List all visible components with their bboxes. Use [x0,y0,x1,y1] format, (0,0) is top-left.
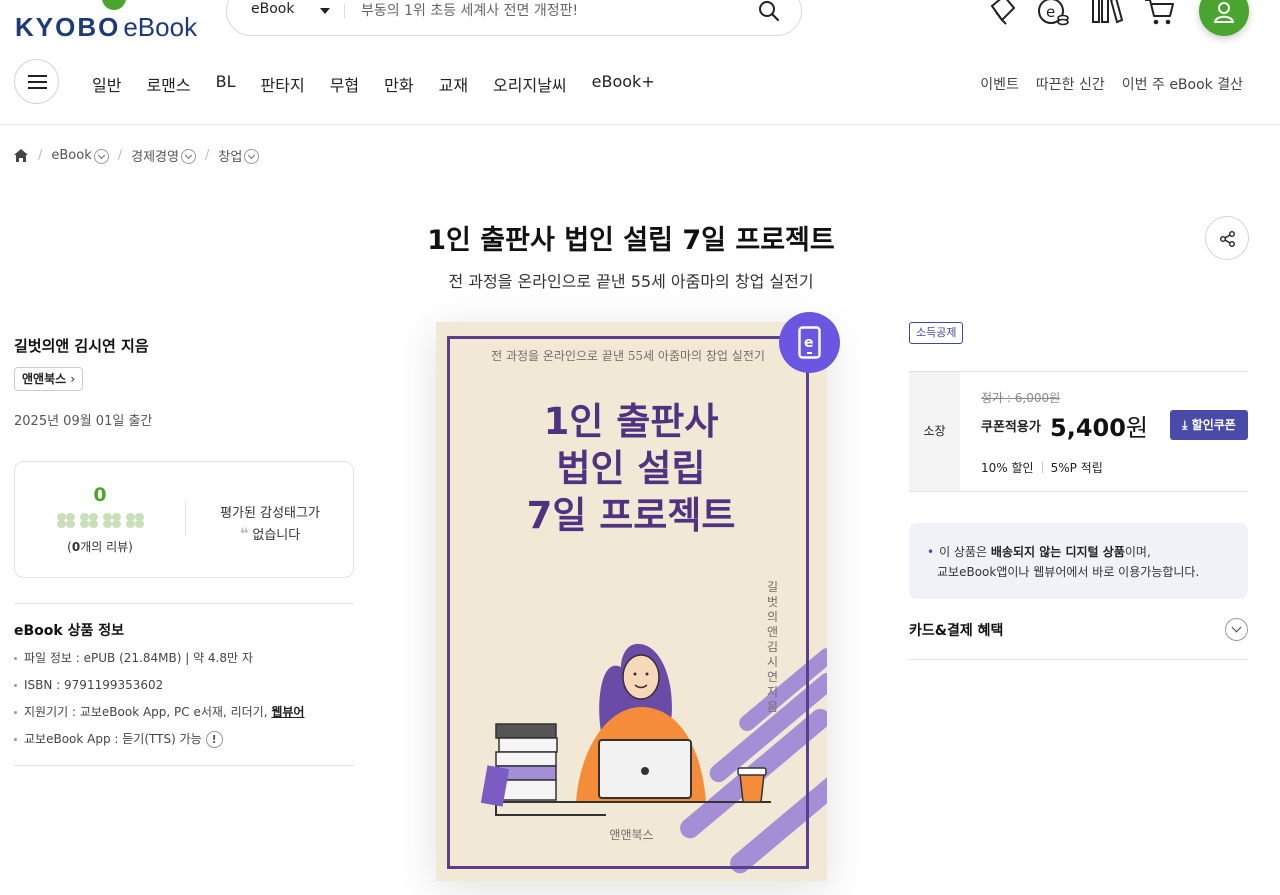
discount-info: 10% 할인 5%P 적립 [981,461,1103,475]
logo-kyobo-text: KYOBO [15,12,121,42]
search-category-select[interactable]: eBook [251,1,294,17]
card-benefit-title[interactable]: 카드&결제 혜택 [909,620,1003,640]
book-tag-icon[interactable] [984,0,1018,28]
nav-ebook-plus[interactable]: eBook+ [592,72,655,96]
menu-button[interactable] [14,59,59,104]
search-icon[interactable] [757,0,781,23]
search-input[interactable] [361,0,741,22]
search-bar: eBook [226,0,802,36]
chevron-down-icon[interactable] [1225,618,1248,641]
ownership-label: 소장 [909,372,960,491]
publisher-link[interactable]: 앤앤북스 › [14,367,84,391]
svg-text:e: e [1046,3,1055,21]
review-summary: 0 (0개의 리뷰) 평가된 감성태그가 ❝ 없습니다 [14,461,354,578]
coupon-price-label: 쿠폰적용가 [981,420,1041,435]
nav-new-releases[interactable]: 따끈한 신간 [1036,74,1105,94]
profile-button[interactable] [1199,0,1249,36]
user-icon [1213,2,1235,23]
hamburger-icon [28,75,47,77]
book-cover[interactable]: 전 과정을 온라인으로 끝낸 55세 아줌마의 창업 실전기 1인 출판사 법인… [436,322,827,881]
publication-date: 2025년 09월 01일 출간 [14,414,153,429]
nav-weekly-summary[interactable]: 이번 주 eBook 결산 [1122,74,1243,94]
download-icon: ⤓ [1182,418,1188,432]
breadcrumb-startup[interactable]: 창업 [218,146,242,165]
tax-deduction-badge: 소득공제 [909,322,964,344]
emotion-tag-line2: ❝ 없습니다 [239,524,301,543]
nav-romance[interactable]: 로맨스 [146,72,190,96]
web-viewer-link[interactable]: 웹뷰어 [271,705,304,719]
nav-bl[interactable]: BL [216,72,236,96]
home-icon[interactable] [13,148,29,163]
nav-comics[interactable]: 만화 [384,72,413,96]
review-count-suffix: 개의 리뷰) [80,540,133,554]
digital-product-notice: 이 상품은 배송되지 않는 디지털 상품이며, 교보eBook앱이나 웹뷰어에서… [909,523,1248,599]
nav-originals[interactable]: 오리지날씨 [493,72,567,96]
clover-rating [57,513,145,529]
review-count[interactable]: (0개의 리뷰) [15,538,185,555]
original-price: 정가 : 6,000원 [981,391,1061,405]
nav-general[interactable]: 일반 [92,72,121,96]
info-icon[interactable]: ! [205,731,223,748]
nav-textbooks[interactable]: 교재 [439,72,468,96]
sale-price: 5,400원 [1050,414,1149,442]
review-count-number: 0 [71,540,81,554]
chevron-down-icon[interactable] [93,149,109,164]
review-score: 0 [93,484,107,506]
quote-icon: ❝ [239,524,249,543]
breadcrumb-ebook[interactable]: eBook [51,148,91,163]
category-nav: 일반 로맨스 BL 판타지 무협 만화 교재 오리지날씨 eBook+ [92,72,655,96]
header-divider [0,124,1280,125]
discount-coupon-button[interactable]: ⤓ 할인쿠폰 [1170,410,1248,440]
clover-icon [57,513,76,529]
nav-martial-arts[interactable]: 무협 [330,72,359,96]
chevron-down-icon[interactable] [180,149,196,164]
cover-publisher: 앤앤북스 [609,828,654,842]
ecash-icon[interactable]: e [1036,0,1070,28]
info-divider-top [14,603,354,604]
product-subtitle: 전 과정을 온라인으로 끝낸 55세 아줌마의 창업 실전기 [448,272,814,291]
logo-ebook-text: eBook [123,12,198,42]
kyobo-ebook-logo[interactable]: KYOBO eBook [15,0,198,43]
author-name[interactable]: 길벗의앤 김시연 지음 [14,335,149,356]
nav-events[interactable]: 이벤트 [980,74,1019,94]
chevron-right-icon: › [70,372,76,386]
isbn-info: ISBN : 9791199353602 [14,676,304,703]
clover-icon [103,513,122,529]
file-info: 파일 정보 : ePUB (21.84MB) | 약 4.8만 자 [14,649,304,676]
svg-text:e: e [804,335,814,351]
cover-title: 1인 출판사 법인 설립 7일 프로젝트 [526,400,736,537]
logo-leaf-icon [102,0,126,10]
tts-info: 교보eBook App : 듣기(TTS) 가능! [14,730,304,757]
clover-icon [126,513,145,529]
publisher-label: 앤앤북스 [22,372,67,386]
emotion-tag-line1: 평가된 감성태그가 [220,506,320,521]
price-box: 소장 정가 : 6,000원 쿠폰적용가 5,400원 ⤓ 할인쿠폰 10% 할… [909,371,1248,492]
ebook-info-title: eBook 상품 정보 [14,623,124,639]
ebook-device-icon: e [798,326,821,359]
ebook-badge: e [779,312,840,373]
utility-nav: 이벤트 따끈한 신간 이번 주 eBook 결산 [980,74,1243,94]
search-divider [344,4,345,18]
breadcrumb: / eBook / 경제경영 / 창업 [13,146,260,165]
product-title: 1인 출판사 법인 설립 7일 프로젝트 [427,225,835,256]
cover-subtitle: 전 과정을 온라인으로 끝낸 55세 아줌마의 창업 실전기 [491,349,765,363]
cart-icon[interactable] [1143,0,1177,28]
library-books-icon[interactable] [1090,0,1124,28]
caret-down-icon[interactable] [320,8,330,14]
breadcrumb-business[interactable]: 경제경영 [131,146,179,165]
nav-fantasy[interactable]: 판타지 [261,72,305,96]
share-icon [1220,231,1235,247]
chevron-down-icon[interactable] [244,149,260,164]
ebook-info-list: 파일 정보 : ePUB (21.84MB) | 약 4.8만 자 ISBN :… [14,649,304,757]
benefit-divider [909,659,1248,660]
share-button[interactable] [1205,216,1249,260]
info-divider-bottom [14,765,354,766]
supported-devices: 지원기기 : 교보eBook App, PC e서재, 리더기, 웹뷰어 [14,703,304,730]
clover-icon [80,513,99,529]
cover-author: 길벗의 앤 김시연 지음 [767,580,779,714]
